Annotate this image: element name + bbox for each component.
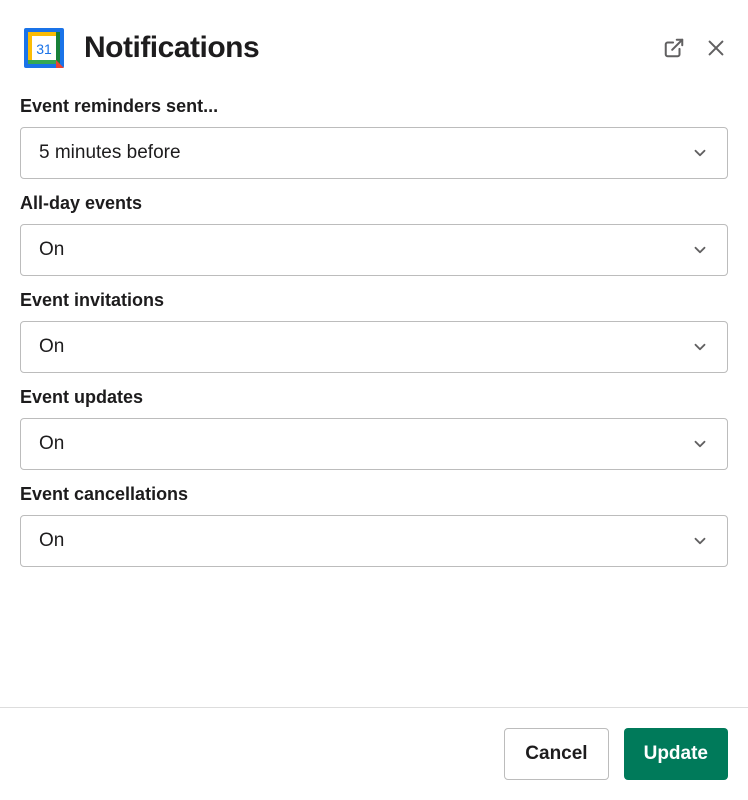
header-actions bbox=[662, 36, 728, 60]
modal-header: 31 Notifications bbox=[0, 0, 748, 92]
event-reminders-field: Event reminders sent... 5 minutes before bbox=[20, 96, 728, 179]
google-calendar-app-icon: 31 bbox=[20, 24, 68, 72]
event-reminders-value: 5 minutes before bbox=[39, 142, 181, 164]
event-cancellations-value: On bbox=[39, 530, 64, 552]
event-updates-label: Event updates bbox=[20, 387, 728, 408]
svg-text:31: 31 bbox=[36, 41, 52, 57]
allday-events-field: All-day events On bbox=[20, 193, 728, 276]
modal-title: Notifications bbox=[84, 31, 646, 65]
event-cancellations-label: Event cancellations bbox=[20, 484, 728, 505]
chevron-down-icon bbox=[691, 338, 709, 356]
event-invitations-select[interactable]: On bbox=[20, 321, 728, 373]
chevron-down-icon bbox=[691, 241, 709, 259]
modal-body: Event reminders sent... 5 minutes before… bbox=[0, 96, 748, 567]
chevron-down-icon bbox=[691, 532, 709, 550]
event-reminders-label: Event reminders sent... bbox=[20, 96, 728, 117]
event-updates-select[interactable]: On bbox=[20, 418, 728, 470]
open-external-button[interactable] bbox=[662, 36, 686, 60]
event-updates-field: Event updates On bbox=[20, 387, 728, 470]
allday-events-value: On bbox=[39, 239, 64, 261]
modal-footer: Cancel Update bbox=[0, 707, 748, 800]
chevron-down-icon bbox=[691, 144, 709, 162]
event-updates-value: On bbox=[39, 433, 64, 455]
update-button[interactable]: Update bbox=[624, 728, 728, 780]
allday-events-label: All-day events bbox=[20, 193, 728, 214]
cancel-button[interactable]: Cancel bbox=[504, 728, 608, 780]
event-reminders-select[interactable]: 5 minutes before bbox=[20, 127, 728, 179]
event-cancellations-field: Event cancellations On bbox=[20, 484, 728, 567]
close-button[interactable] bbox=[704, 36, 728, 60]
allday-events-select[interactable]: On bbox=[20, 224, 728, 276]
event-cancellations-select[interactable]: On bbox=[20, 515, 728, 567]
event-invitations-label: Event invitations bbox=[20, 290, 728, 311]
event-invitations-field: Event invitations On bbox=[20, 290, 728, 373]
chevron-down-icon bbox=[691, 435, 709, 453]
event-invitations-value: On bbox=[39, 336, 64, 358]
